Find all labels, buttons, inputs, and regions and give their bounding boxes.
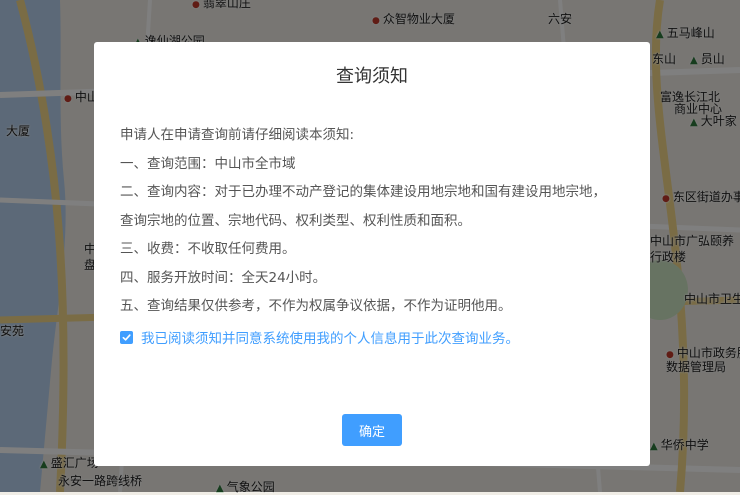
agree-row[interactable]: 我已阅读须知并同意系统使用我的个人信息用于此次查询业务。 <box>120 327 519 347</box>
notice-content-cont: 查询宗地的位置、宗地代码、权利类型、权利性质和面积。 <box>120 212 471 229</box>
confirm-button[interactable]: 确定 <box>342 414 402 446</box>
notice-disclaimer: 五、查询结果仅供参考，不作为权属争议依据，不作为证明他用。 <box>120 298 512 314</box>
notice-intro: 申请人在申请查询前请仔细阅读本须知: <box>120 127 355 143</box>
agree-checkbox[interactable] <box>120 330 133 344</box>
agree-label[interactable]: 我已阅读须知并同意系统使用我的个人信息用于此次查询业务。 <box>141 327 519 347</box>
check-icon <box>122 333 131 341</box>
notice-content: 二、查询内容：对于已办理不动产登记的集体建设用地宗地和国有建设用地宗地， <box>120 184 606 200</box>
notice-scope: 一、查询范围：中山市全市域 <box>120 155 296 172</box>
notice-hours: 四、服务开放时间：全天24小时。 <box>120 269 327 286</box>
notice-body: 申请人在申请查询前请仔细阅读本须知: 一、查询范围：中山市全市域 二、查询内容：… <box>120 126 630 326</box>
dialog-title: 查询须知 <box>336 66 408 87</box>
notice-dialog: 查询须知 申请人在申请查询前请仔细阅读本须知: 一、查询范围：中山市全市域 二、… <box>94 42 650 466</box>
notice-fee: 三、收费：不收取任何费用。 <box>120 241 296 257</box>
